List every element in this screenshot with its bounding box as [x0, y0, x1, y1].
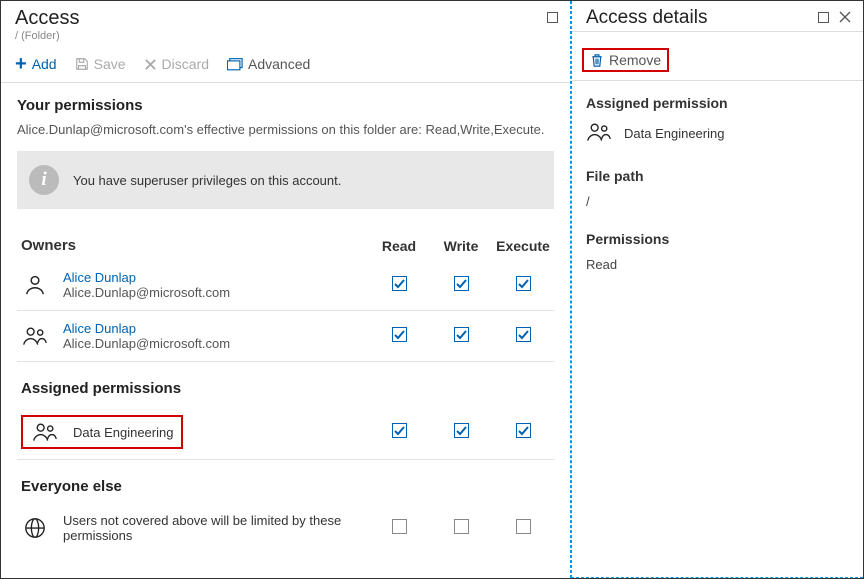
read-checkbox[interactable] — [392, 327, 407, 342]
info-text: You have superuser privileges on this ac… — [73, 173, 341, 188]
add-button[interactable]: + Add — [15, 54, 57, 74]
owners-heading: Owners — [17, 231, 368, 260]
read-checkbox[interactable] — [392, 423, 407, 438]
info-bar: i You have superuser privileges on this … — [17, 151, 554, 209]
assigned-name: Data Engineering — [73, 425, 173, 440]
permissions-table: Owners Read Write Execute Alice Dunlap — [17, 231, 554, 553]
advanced-icon — [227, 57, 243, 71]
assigned-perm-heading: Assigned permission — [586, 95, 849, 111]
maximize-icon[interactable] — [817, 11, 829, 23]
discard-button: Discard — [144, 56, 209, 72]
your-permissions-heading: Your permissions — [17, 97, 554, 114]
write-checkbox[interactable] — [454, 423, 469, 438]
file-path-value: / — [586, 194, 849, 209]
save-icon — [75, 57, 89, 71]
permissions-value: Read — [586, 257, 849, 272]
effective-permissions-text: Alice.Dunlap@microsoft.com's effective p… — [17, 122, 554, 137]
owner-email: Alice.Dunlap@microsoft.com — [63, 285, 230, 300]
group-icon — [31, 421, 59, 443]
x-icon — [144, 58, 157, 71]
everyone-desc: Users not covered above will be limited … — [63, 513, 353, 543]
file-path-heading: File path — [586, 168, 849, 184]
read-heading: Read — [368, 231, 430, 260]
panel-subtitle: / (Folder) — [1, 30, 570, 42]
execute-checkbox[interactable] — [516, 519, 531, 534]
write-heading: Write — [430, 231, 492, 260]
trash-icon — [590, 53, 604, 68]
write-checkbox[interactable] — [454, 276, 469, 291]
panel-title: Access — [15, 7, 79, 30]
owner-name: Alice Dunlap — [63, 270, 230, 285]
read-checkbox[interactable] — [392, 519, 407, 534]
highlight-box: Remove — [582, 48, 669, 72]
globe-icon — [21, 517, 49, 539]
execute-checkbox[interactable] — [516, 423, 531, 438]
write-checkbox[interactable] — [454, 519, 469, 534]
save-button: Save — [75, 56, 126, 72]
user-icon — [21, 274, 49, 296]
access-panel: Access / (Folder) + Add Save Discard — [1, 1, 571, 578]
advanced-button[interactable]: Advanced — [227, 56, 310, 72]
assigned-perm-name: Data Engineering — [624, 126, 724, 141]
execute-checkbox[interactable] — [516, 327, 531, 342]
info-icon: i — [29, 165, 59, 195]
write-checkbox[interactable] — [454, 327, 469, 342]
assigned-heading: Assigned permissions — [21, 380, 181, 397]
everyone-heading: Everyone else — [21, 478, 122, 495]
highlight-box: Data Engineering — [21, 415, 183, 449]
plus-icon: + — [15, 54, 27, 74]
remove-button[interactable]: Remove — [590, 52, 661, 68]
everyone-row[interactable]: Users not covered above will be limited … — [17, 503, 554, 553]
details-title: Access details — [586, 7, 707, 29]
access-details-panel: Access details Remove Assigned permissio… — [571, 1, 863, 578]
content-area: Your permissions Alice.Dunlap@microsoft.… — [1, 83, 570, 578]
group-icon — [21, 325, 49, 347]
toolbar: + Add Save Discard Advanced — [1, 48, 570, 83]
close-icon[interactable] — [839, 11, 851, 23]
permissions-heading: Permissions — [586, 231, 849, 247]
execute-heading: Execute — [492, 231, 554, 260]
owner-email: Alice.Dunlap@microsoft.com — [63, 336, 230, 351]
owner-row[interactable]: Alice Dunlap Alice.Dunlap@microsoft.com — [17, 260, 554, 311]
execute-checkbox[interactable] — [516, 276, 531, 291]
owner-name: Alice Dunlap — [63, 321, 230, 336]
read-checkbox[interactable] — [392, 276, 407, 291]
group-icon — [586, 121, 612, 146]
owner-row[interactable]: Alice Dunlap Alice.Dunlap@microsoft.com — [17, 311, 554, 362]
assigned-row[interactable]: Data Engineering — [17, 405, 554, 460]
maximize-icon[interactable] — [546, 11, 558, 23]
